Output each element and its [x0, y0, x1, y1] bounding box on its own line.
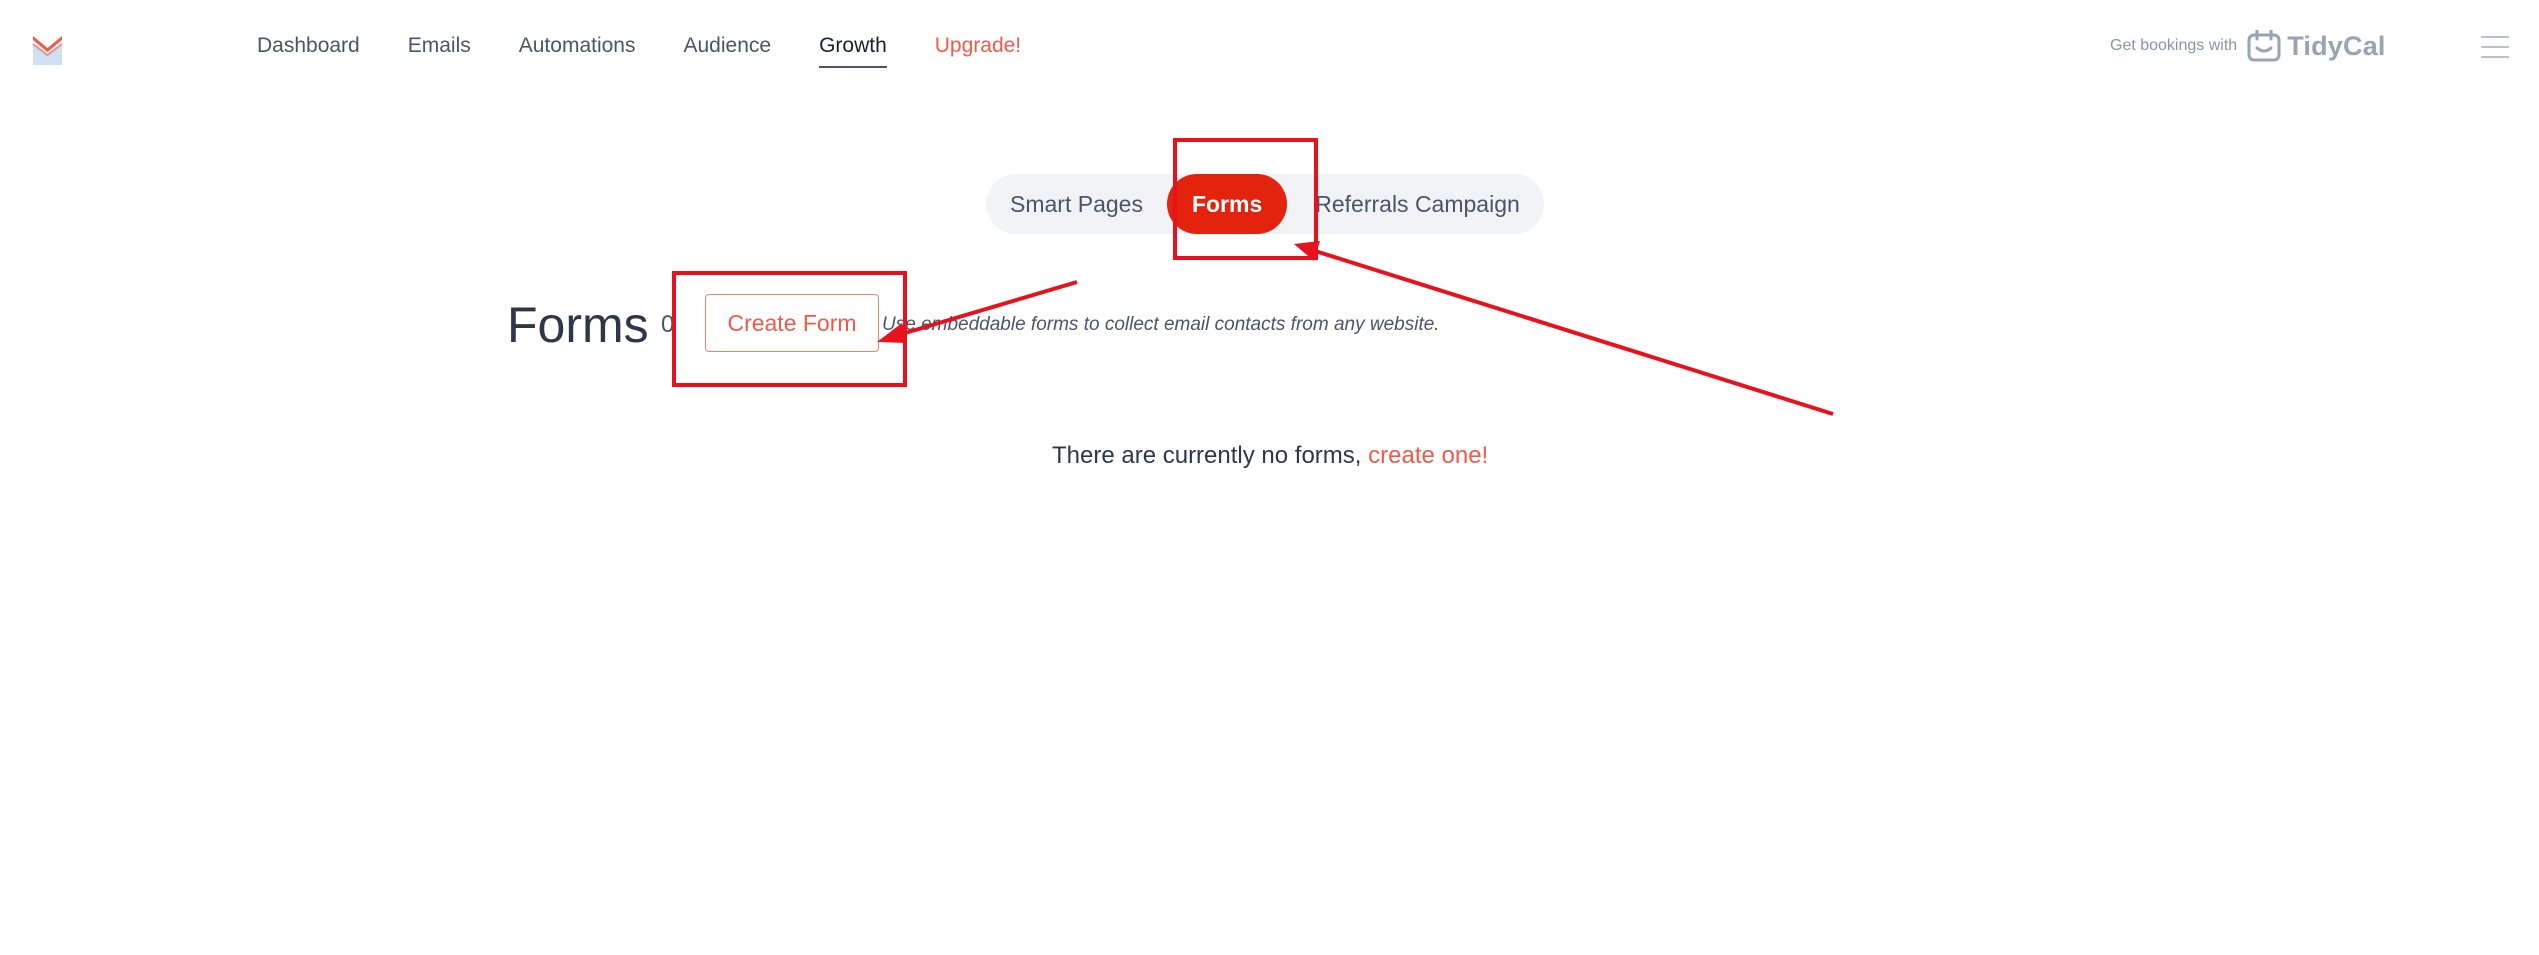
tidycal-prefix: Get bookings with [2110, 37, 2238, 54]
forms-count: 0 [661, 311, 675, 338]
tab-forms[interactable]: Forms [1166, 174, 1288, 234]
nav-emails[interactable]: Emails [408, 34, 471, 68]
annotation-overlay [672, 138, 1834, 416]
calendar-icon [2247, 30, 2281, 62]
forms-description: Use embeddable forms to collect email co… [882, 314, 1440, 335]
tidycal-brand-text: TidyCal [2287, 30, 2386, 61]
empty-state-text: There are currently no forms, [1052, 442, 1362, 469]
empty-state: There are currently no forms, create one… [1052, 442, 1488, 470]
main-nav: Dashboard Emails Automations Audience Gr… [257, 34, 1021, 68]
tidycal-promo[interactable]: Get bookings with TidyCal [2110, 30, 2386, 62]
annotation-arrowhead-2 [1294, 241, 1320, 261]
app-logo-icon[interactable] [31, 32, 64, 67]
hamburger-menu-icon[interactable] [2481, 36, 2509, 58]
nav-upgrade[interactable]: Upgrade! [935, 34, 1021, 68]
growth-tabs: Smart Pages Forms Referrals Campaign [986, 174, 1544, 234]
nav-growth[interactable]: Growth [819, 34, 887, 68]
top-navigation-bar: Dashboard Emails Automations Audience Gr… [0, 0, 2539, 98]
nav-dashboard[interactable]: Dashboard [257, 34, 360, 68]
tab-smart-pages[interactable]: Smart Pages [1010, 174, 1167, 234]
page-title: Forms [507, 297, 649, 353]
nav-audience[interactable]: Audience [683, 34, 771, 68]
page: Dashboard Emails Automations Audience Gr… [0, 0, 2539, 955]
tab-referrals-campaign[interactable]: Referrals Campaign [1287, 174, 1520, 234]
create-form-button[interactable]: Create Form [705, 294, 879, 352]
nav-automations[interactable]: Automations [519, 34, 636, 68]
tidycal-brand: TidyCal [2247, 30, 2385, 62]
create-one-link[interactable]: create one! [1368, 442, 1488, 469]
